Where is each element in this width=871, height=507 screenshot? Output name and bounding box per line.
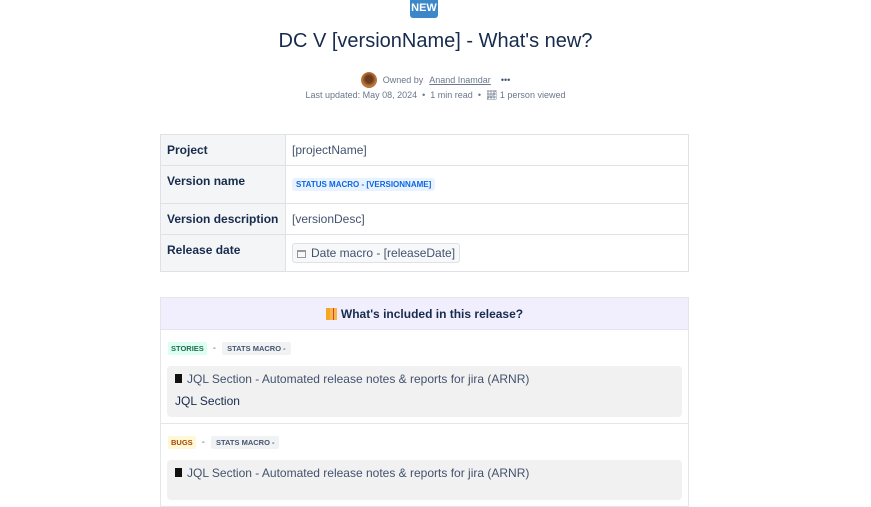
status-lozenge: STATUS MACRO - [VERSIONNAME] <box>292 178 436 191</box>
dash: - <box>212 343 217 354</box>
page-meta: Last updated: May 08, 2024 • 1 min read … <box>305 90 566 100</box>
release-header: What's included in this release? <box>161 298 688 330</box>
stats-macro: STATS MACRO - <box>211 436 280 449</box>
document-icon <box>175 468 182 477</box>
new-badge: NEW <box>410 0 438 18</box>
jql-section: JQL Section - Automated release notes & … <box>167 366 682 417</box>
owner-line: Owned by Anand Inamdar ••• <box>0 72 871 88</box>
read-time: 1 min read <box>430 90 473 100</box>
analytics-icon[interactable]: 📈︎ <box>486 90 497 100</box>
page-title: DC V [versionName] - What's new? <box>278 30 593 52</box>
owner-link[interactable]: Anand Inamdar <box>429 75 491 85</box>
row-label: Version name <box>160 165 286 204</box>
dash: - <box>201 437 206 448</box>
jql-title: JQL Section - Automated release notes & … <box>187 372 530 386</box>
owned-by-label: Owned by <box>382 75 424 85</box>
project-value: [projectName] <box>285 134 689 166</box>
jql-title: JQL Section - Automated release notes & … <box>187 466 530 480</box>
row-label: Release date <box>160 234 286 272</box>
document-icon <box>175 374 182 383</box>
date-macro[interactable]: Date macro - [releaseDate] <box>292 243 461 263</box>
release-heading: What's included in this release? <box>340 307 524 321</box>
last-updated: Last updated: May 08, 2024 <box>305 90 418 100</box>
bugs-row: BUGS - STATS MACRO - <box>161 436 688 449</box>
row-label: Project <box>160 134 286 166</box>
calendar-icon <box>297 250 306 258</box>
views-count[interactable]: 1 person viewed <box>500 90 566 100</box>
stats-macro: STATS MACRO - <box>222 342 291 355</box>
avatar[interactable] <box>360 72 377 88</box>
version-info-table: Project [projectName] Version name STATUS … <box>160 134 689 272</box>
jql-section: JQL Section - Automated release notes & … <box>167 460 682 500</box>
description-value: [versionDesc] <box>285 203 689 235</box>
release-panel: What's included in this release? STORIES… <box>160 297 689 507</box>
bugs-tag: BUGS <box>168 436 196 449</box>
stories-row: STORIES - STATS MACRO - <box>161 342 688 355</box>
table-row: Version description [versionDesc] <box>160 203 689 235</box>
date-value: Date macro - [releaseDate] <box>311 246 456 260</box>
row-label: Version description <box>160 203 286 235</box>
table-row: Version name STATUS MACRO - [VERSIONNAME] <box>160 165 689 204</box>
jql-body: JQL Section <box>175 394 240 408</box>
gift-icon <box>325 308 337 320</box>
more-icon[interactable]: ••• <box>501 75 510 85</box>
table-row: Release date Date macro - [releaseDate] <box>160 234 689 272</box>
stories-tag: STORIES <box>168 342 207 355</box>
table-row: Project [projectName] <box>160 134 689 166</box>
